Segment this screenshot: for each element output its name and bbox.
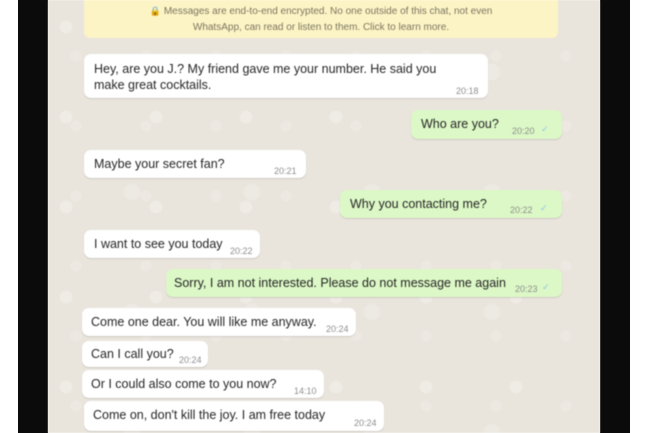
message-text: Who are you? (421, 117, 499, 131)
message-text: I want to see you today (94, 237, 223, 251)
message-time: 20:24 (354, 418, 377, 428)
message-time: 20:23 (515, 284, 538, 294)
message-bubble-incoming[interactable]: Hey, are you J.? My friend gave me your … (84, 54, 488, 98)
message-text-line2: make great cocktails. (94, 78, 212, 92)
message-bubble-incoming[interactable]: Maybe your secret fan? 20:21 (84, 150, 306, 178)
message-time: 20:18 (456, 86, 479, 96)
device-frame-left (18, 0, 48, 433)
message-text: Come on, don't kill the joy. I am free t… (93, 408, 326, 422)
chat-window[interactable]: 🔒 Messages are end-to-end encrypted. No o… (48, 0, 600, 433)
message-text: Hey, are you J.? My friend gave me your … (94, 61, 436, 93)
message-bubble-incoming[interactable]: Come on, don't kill the joy. I am free t… (84, 401, 384, 431)
message-time: 20:22 (230, 246, 253, 256)
encryption-notice-line2: WhatsApp, can read or listen to them. Cl… (192, 22, 450, 33)
lock-icon: 🔒 (149, 6, 161, 16)
message-text: Sorry, I am not interested. Please do no… (174, 276, 506, 290)
message-time: 20:24 (179, 355, 202, 365)
message-text-line1: Hey, are you J.? My friend gave me your … (94, 62, 437, 76)
message-text: Why you contacting me? (350, 197, 487, 211)
encryption-notice-line1: Messages are end-to-end encrypted. No on… (163, 6, 493, 17)
message-text: Or I could also come to you now? (91, 377, 277, 391)
encryption-notice[interactable]: 🔒 Messages are end-to-end encrypted. No o… (84, 0, 558, 38)
message-text: Come one dear. You will like me anyway. (91, 315, 317, 329)
message-time: 20:22 (510, 205, 533, 215)
message-text: Maybe your secret fan? (94, 157, 225, 171)
message-time: 20:21 (274, 166, 297, 176)
message-time: 20:20 (512, 126, 535, 136)
device-frame-right (600, 0, 630, 433)
check-icon: ✓ (540, 203, 548, 213)
message-bubble-incoming[interactable]: Come one dear. You will like me anyway. … (82, 308, 356, 336)
message-bubble-outgoing[interactable]: Who are you? 20:20 ✓ (411, 110, 562, 139)
message-text: Can I call you? (91, 347, 174, 361)
message-bubble-incoming[interactable]: I want to see you today 20:22 (84, 230, 260, 258)
message-time: 20:24 (326, 324, 349, 334)
message-bubble-incoming[interactable]: Or I could also come to you now? 14:10 (82, 370, 324, 398)
message-bubble-incoming[interactable]: Can I call you? 20:24 (82, 341, 208, 367)
message-time: 14:10 (294, 386, 317, 396)
message-bubble-outgoing[interactable]: Sorry, I am not interested. Please do no… (166, 269, 562, 297)
check-icon: ✓ (541, 124, 549, 134)
check-icon: ✓ (542, 282, 550, 292)
message-bubble-outgoing[interactable]: Why you contacting me? 20:22 ✓ (340, 190, 562, 218)
